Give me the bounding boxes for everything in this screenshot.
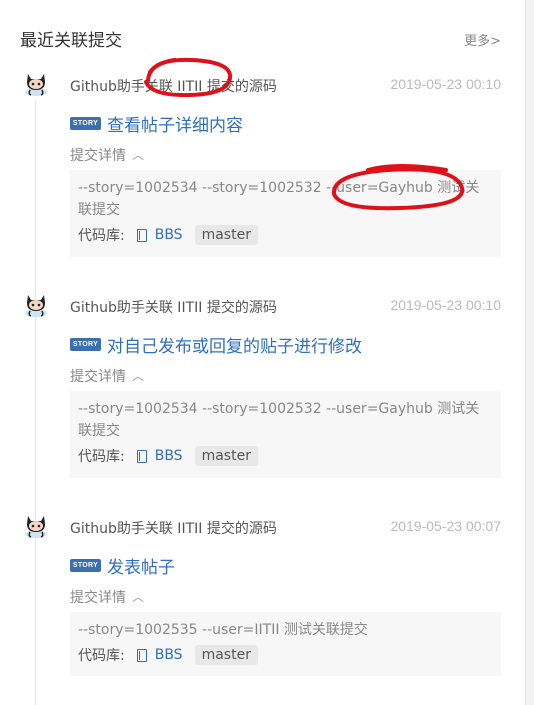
repo-label: 代码库: [78,228,125,244]
chevron-up-icon: ︿ [132,369,145,383]
commit-time: 2019-05-23 00:10 [390,297,501,313]
octocat-icon [25,74,47,96]
repo-row: 代码库: BBS master [70,442,501,472]
story-row: STORY 查看帖子详细内容 [70,111,243,136]
author-line: Github助手关联 IITII 提交的源码 [70,79,277,95]
detail-label: 提交详情 [70,369,126,385]
commit-entry: Github助手关联 IITII 提交的源码 2019-05-23 00:10 … [0,70,525,270]
story-badge: STORY [70,117,101,130]
repo-row: 代码库: BBS master [70,641,501,671]
panel-title: 最近关联提交 [20,31,122,51]
commit-detail-box: --story=1002534 --story=1002532 --user=G… [70,170,501,257]
repo-label: 代码库: [78,648,125,664]
story-badge: STORY [70,559,101,572]
repo-row: 代码库: BBS master [70,221,501,251]
commit-message: --story=1002534 --story=1002532 --user=G… [78,401,480,439]
story-link[interactable]: 发表帖子 [107,553,175,578]
commit-message: --story=1002535 --user=IITII 测试关联提交 [78,622,368,638]
detail-label: 提交详情 [70,148,126,164]
story-row: STORY 发表帖子 [70,553,175,578]
detail-label: 提交详情 [70,590,126,606]
commit-detail-toggle[interactable]: 提交详情 ︿ [70,145,144,165]
repo-label: 代码库: [78,449,125,465]
repo-book-icon [136,449,147,463]
repo-link[interactable]: BBS [155,647,183,663]
author-line: Github助手关联 IITII 提交的源码 [70,300,277,316]
commit-detail-box: --story=1002534 --story=1002532 --user=G… [70,391,501,478]
commit-time: 2019-05-23 00:07 [390,518,501,534]
repo-link[interactable]: BBS [155,448,183,464]
branch-badge: master [194,645,258,665]
repo-book-icon [136,648,147,662]
repo-link[interactable]: BBS [155,227,183,243]
commit-detail-box: --story=1002535 --user=IITII 测试关联提交 代码库:… [70,612,501,676]
commit-entry: Github助手关联 IITII 提交的源码 2019-05-23 00:07 … [0,512,525,692]
story-link[interactable]: 查看帖子详细内容 [107,111,243,136]
story-link[interactable]: 对自己发布或回复的贴子进行修改 [107,332,362,357]
story-badge: STORY [70,338,101,351]
author-line: Github助手关联 IITII 提交的源码 [70,521,277,537]
branch-badge: master [194,225,258,245]
commit-detail-toggle[interactable]: 提交详情 ︿ [70,366,144,386]
story-row: STORY 对自己发布或回复的贴子进行修改 [70,332,362,357]
panel-header: 最近关联提交 更多> [20,26,501,51]
repo-book-icon [136,228,147,242]
chevron-up-icon: ︿ [132,590,145,604]
commit-detail-toggle[interactable]: 提交详情 ︿ [70,587,144,607]
octocat-icon [25,516,47,538]
branch-badge: master [194,446,258,466]
commit-message: --story=1002534 --story=1002532 --user=G… [78,180,480,218]
more-link[interactable]: 更多> [464,30,501,49]
commit-time: 2019-05-23 00:10 [390,76,501,92]
commit-entry: Github助手关联 IITII 提交的源码 2019-05-23 00:10 … [0,291,525,491]
chevron-up-icon: ︿ [132,148,145,162]
octocat-icon [25,295,47,317]
recent-commits-panel: 最近关联提交 更多> Github助手关联 IITII 提交的源码 2019-0… [0,0,526,705]
